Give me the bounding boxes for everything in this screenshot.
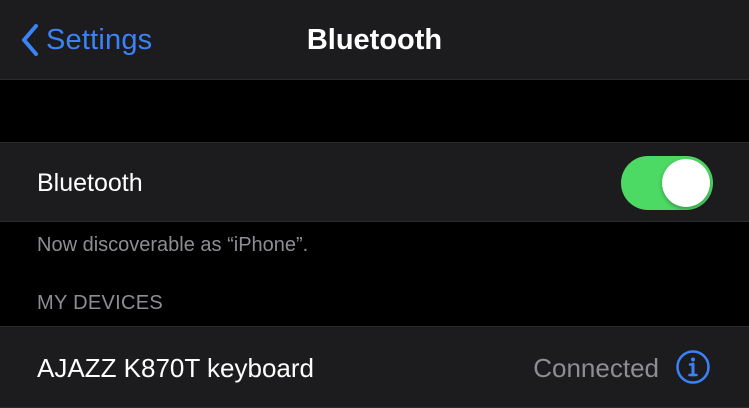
device-name: AJAZZ K870T keyboard bbox=[37, 353, 314, 383]
info-icon[interactable] bbox=[675, 349, 711, 385]
bluetooth-label: Bluetooth bbox=[37, 169, 143, 197]
page-title: Bluetooth bbox=[306, 24, 443, 56]
device-row[interactable]: AJAZZ K870T keyboard Connected bbox=[0, 326, 749, 408]
discoverable-note: Now discoverable as “iPhone”. bbox=[37, 234, 309, 256]
bluetooth-toggle-row: Bluetooth bbox=[0, 142, 749, 222]
navigation-bar: Settings Bluetooth bbox=[0, 0, 749, 80]
toggle-knob bbox=[662, 159, 710, 207]
bluetooth-toggle[interactable] bbox=[621, 156, 713, 210]
my-devices-header: MY DEVICES bbox=[37, 292, 163, 314]
device-status: Connected bbox=[533, 353, 659, 383]
